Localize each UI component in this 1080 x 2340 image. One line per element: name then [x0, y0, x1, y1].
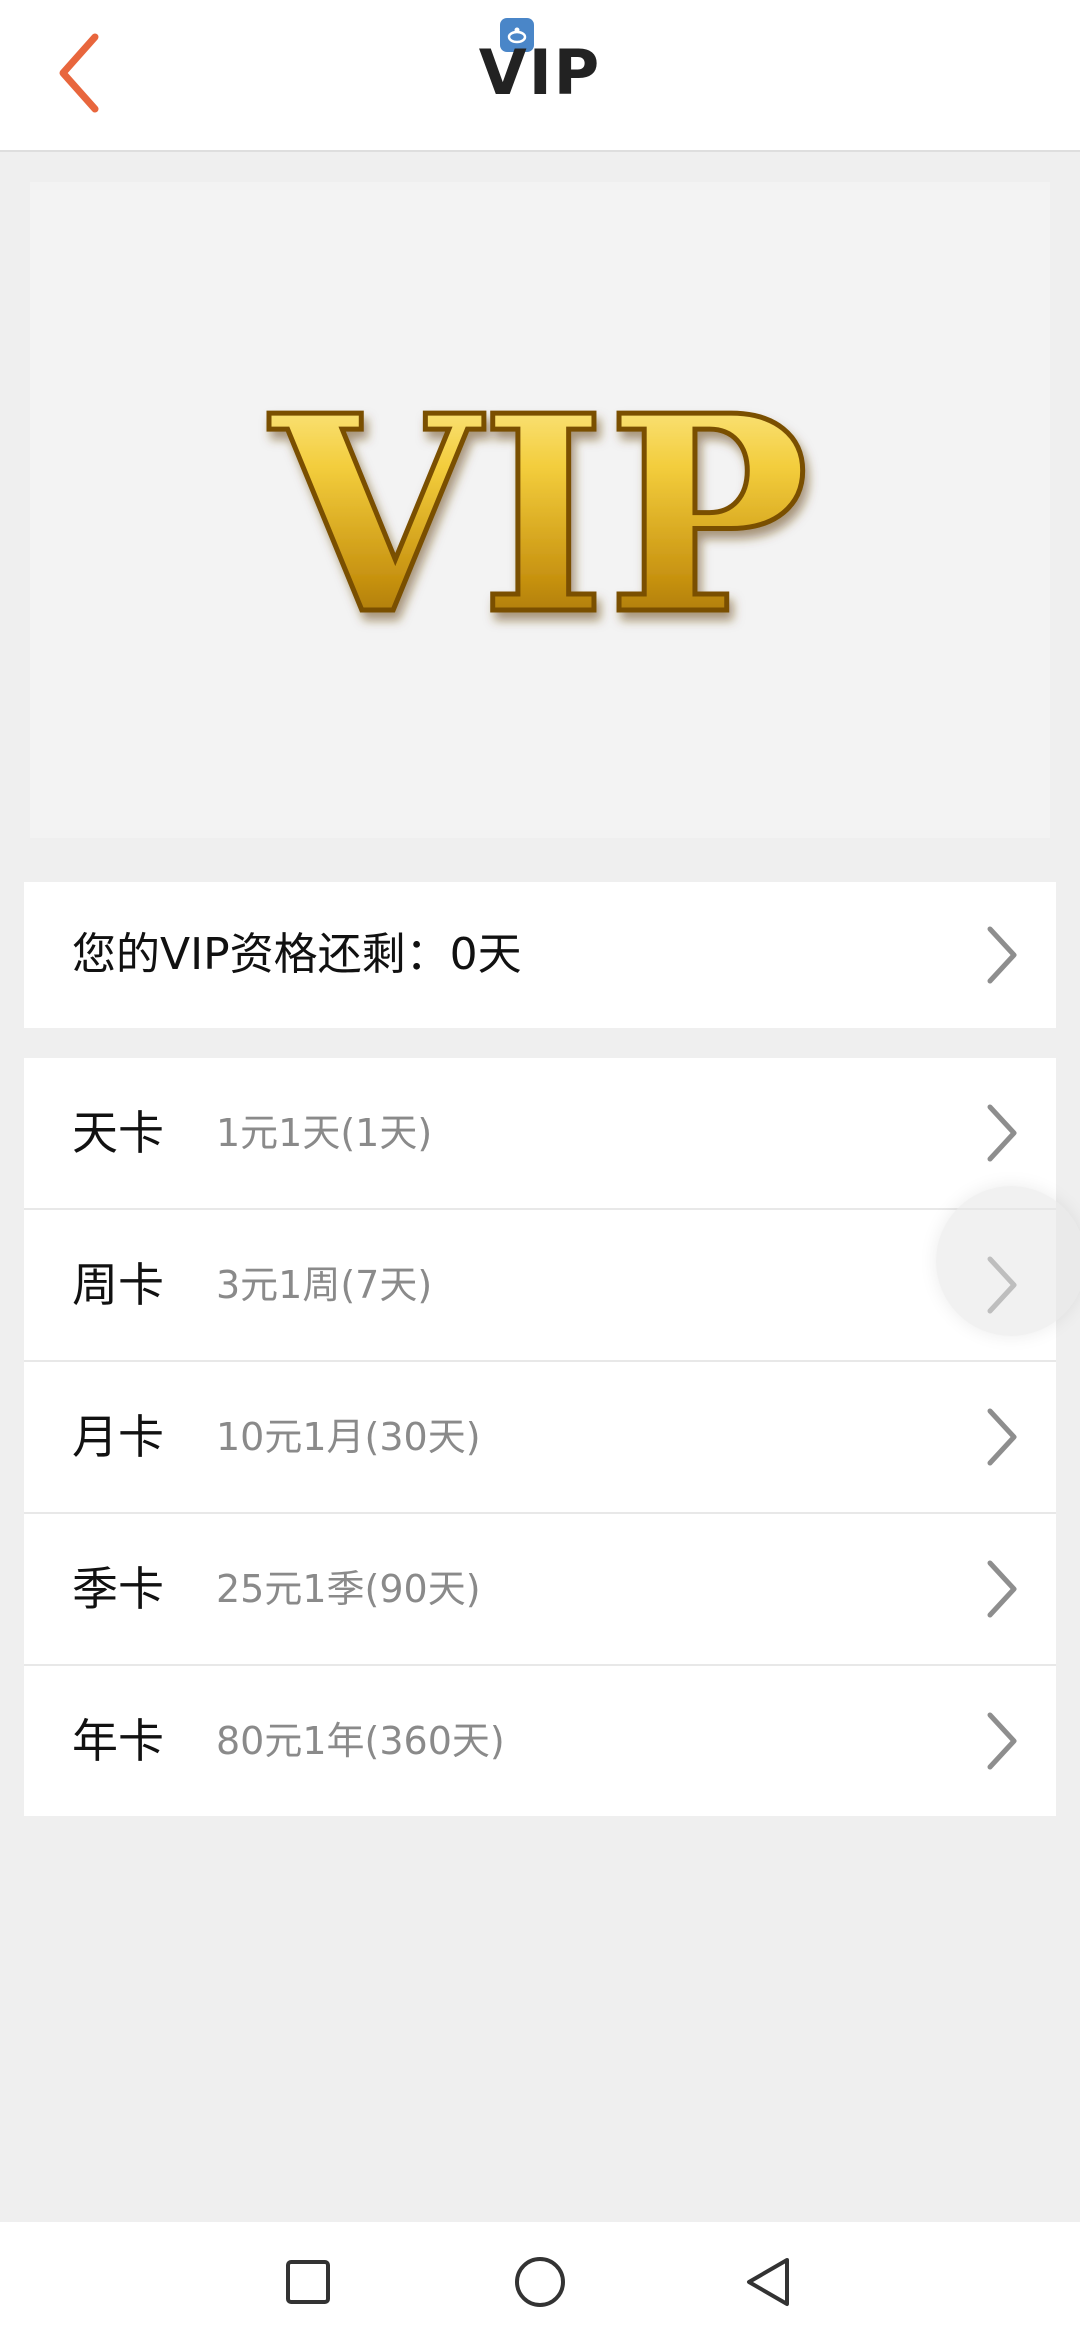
plan-price: 1元1天(1天) [216, 1111, 433, 1155]
chevron-right-icon [987, 926, 1017, 984]
plan-name: 季卡 [72, 1562, 164, 1616]
plan-name: 月卡 [72, 1410, 164, 1464]
vip-remaining-row[interactable]: 您的VIP资格还剩：0天 [24, 882, 1056, 1028]
plan-row-year[interactable]: 年卡 80元1年(360天) [24, 1664, 1056, 1816]
plan-price: 10元1月(30天) [216, 1415, 481, 1459]
plan-price: 3元1周(7天) [216, 1263, 433, 1307]
plan-row-month[interactable]: 月卡 10元1月(30天) [24, 1360, 1056, 1512]
chevron-right-icon [987, 1560, 1017, 1618]
chevron-right-icon [987, 1408, 1017, 1466]
circle-icon [515, 2257, 565, 2307]
vip-plan-list: 天卡 1元1天(1天) 周卡 3元1周(7天) 月卡 10元1月(30天) 季卡… [24, 1058, 1056, 1816]
vip-logo: VIP [264, 354, 812, 677]
square-icon [286, 2260, 330, 2304]
top-app-bar: VIP [0, 0, 1080, 152]
chevron-right-icon [987, 1104, 1017, 1162]
plan-name: 年卡 [72, 1714, 164, 1768]
plan-name: 周卡 [72, 1258, 164, 1312]
floating-assistive-button[interactable] [936, 1186, 1080, 1336]
system-back-button[interactable] [730, 2244, 806, 2320]
plan-row-week[interactable]: 周卡 3元1周(7天) [24, 1208, 1056, 1360]
chevron-right-icon [987, 1712, 1017, 1770]
vip-banner: VIP [30, 182, 1050, 838]
plan-name: 天卡 [72, 1106, 164, 1160]
recent-apps-button[interactable] [270, 2244, 346, 2320]
app-root: VIP VIP 您的VIP资格还剩：0天 天卡 1元1天(1天) 周卡 3元1周… [0, 0, 1080, 2340]
plan-row-season[interactable]: 季卡 25元1季(90天) [24, 1512, 1056, 1664]
plan-row-day[interactable]: 天卡 1元1天(1天) [24, 1058, 1056, 1208]
vip-logo-text: VIP [266, 356, 809, 674]
page-title: VIP [478, 36, 602, 109]
home-button[interactable] [502, 2244, 578, 2320]
plan-price: 80元1年(360天) [216, 1719, 505, 1763]
plan-price: 25元1季(90天) [216, 1567, 481, 1611]
triangle-back-icon [747, 2258, 789, 2306]
vip-remaining-label: 您的VIP资格还剩：0天 [72, 929, 522, 980]
vip-remaining-card: 您的VIP资格还剩：0天 [24, 882, 1056, 1028]
system-nav-bar [0, 2222, 1080, 2340]
